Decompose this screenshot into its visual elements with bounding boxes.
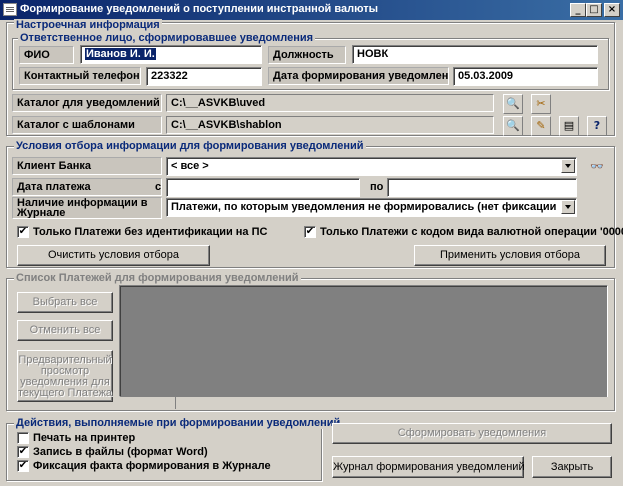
clear-filter-button[interactable]: Очистить условия отбора [17, 245, 210, 266]
client-select[interactable]: < все > [166, 157, 577, 176]
payments-grid-footer [120, 396, 607, 409]
only-unidentified-label: Только Платежи без идентификации на ПС [33, 226, 268, 238]
journal-presence-select[interactable]: Платежи, по которым уведомления не форми… [166, 198, 577, 217]
select-all-button[interactable]: Выбрать все [17, 292, 113, 313]
close-button[interactable]: × [604, 3, 620, 17]
filter-group-title: Условия отбора информации для формирован… [14, 140, 366, 152]
payments-grid[interactable] [119, 285, 608, 397]
browse-templates-icon[interactable]: 🔍 [503, 116, 523, 136]
client-label: Клиент Банка [12, 157, 162, 175]
only-code-checkbox[interactable]: ✔ [304, 226, 316, 238]
print-checkbox[interactable] [17, 432, 29, 444]
catalog-notifications-field[interactable]: C:\__ASVKB\uved [166, 94, 494, 112]
apply-filter-button[interactable]: Применить условия отбора [414, 245, 606, 266]
files-checkbox[interactable]: ✔ [17, 446, 29, 458]
browse-folder-icon[interactable]: 🔍 [503, 94, 523, 114]
tools-icon[interactable]: ✂ [531, 94, 551, 114]
close-form-button[interactable]: Закрыть [532, 456, 612, 478]
date-from-label: с [155, 181, 162, 193]
clipboard-icon[interactable]: ▤ [559, 116, 579, 136]
generate-button[interactable]: Сформировать уведомления [332, 423, 612, 444]
date-formation-field[interactable]: 05.03.2009 [453, 67, 598, 86]
print-label: Печать на принтер [33, 432, 136, 444]
phone-field[interactable]: 223322 [146, 67, 262, 86]
client-dropdown-button[interactable] [561, 159, 575, 173]
window-title: Формирование уведомлений о поступлении и… [20, 3, 378, 15]
footer-divider [175, 397, 176, 409]
date-formation-label: Дата формирования уведомлений [268, 67, 449, 85]
files-label: Запись в файлы (формат Word) [33, 446, 208, 458]
catalog-templates-label: Каталог с шаблонами [12, 116, 162, 134]
payment-date-label: Дата платежа [12, 178, 162, 196]
journal-presence-label: Наличие информации в Журнале [12, 197, 162, 219]
preview-line-4: текущего Платежа [18, 387, 113, 399]
position-label: Должность [268, 46, 346, 64]
fio-label: ФИО [19, 46, 74, 64]
journal-button[interactable]: Журнал формирования уведомлений [332, 456, 525, 478]
journal-fix-checkbox[interactable]: ✔ [17, 460, 29, 472]
position-field[interactable]: НОВК [352, 45, 598, 64]
fio-field[interactable]: Иванов И. И. [80, 45, 262, 64]
only-unidentified-checkbox[interactable]: ✔ [17, 226, 29, 238]
date-to-label: по [370, 181, 384, 193]
phone-label: Контактный телефон [19, 67, 141, 85]
minimize-button[interactable]: _ [570, 3, 586, 17]
client-value: < все > [171, 160, 209, 172]
responsible-group-title: Ответственное лицо, сформировавшее уведо… [18, 32, 316, 44]
deselect-all-button[interactable]: Отменить все [17, 320, 113, 341]
fio-value: Иванов И. И. [85, 48, 156, 60]
help-icon[interactable]: ? [587, 116, 607, 136]
edit-template-icon[interactable]: ✎ [531, 116, 551, 136]
journal-fix-label: Фиксация факта формирования в Журнале [33, 460, 271, 472]
journal-presence-value: Платежи, по которым уведомления не форми… [171, 201, 556, 213]
payments-group-title: Список Платежей для формирования уведомл… [14, 272, 301, 284]
date-to-field[interactable] [387, 178, 577, 197]
only-code-label: Только Платежи с кодом вида валютной опе… [320, 226, 623, 238]
date-from-field[interactable] [166, 178, 360, 197]
preview-button[interactable]: Предварительный просмотр уведомления для… [17, 350, 113, 402]
app-icon [3, 3, 17, 16]
maximize-button[interactable]: □ [586, 3, 602, 17]
title-bar[interactable]: Формирование уведомлений о поступлении и… [0, 0, 623, 20]
binoculars-icon[interactable]: 👓 [587, 157, 607, 177]
catalog-notifications-label: Каталог для уведомлений [12, 94, 162, 112]
catalog-templates-field[interactable]: C:\__ASVKB\shablon [166, 116, 494, 134]
journal-dropdown-button[interactable] [561, 200, 575, 214]
settings-group-title: Настроечная информация [14, 19, 162, 31]
actions-group-title: Действия, выполняемые при формировании у… [14, 417, 343, 429]
